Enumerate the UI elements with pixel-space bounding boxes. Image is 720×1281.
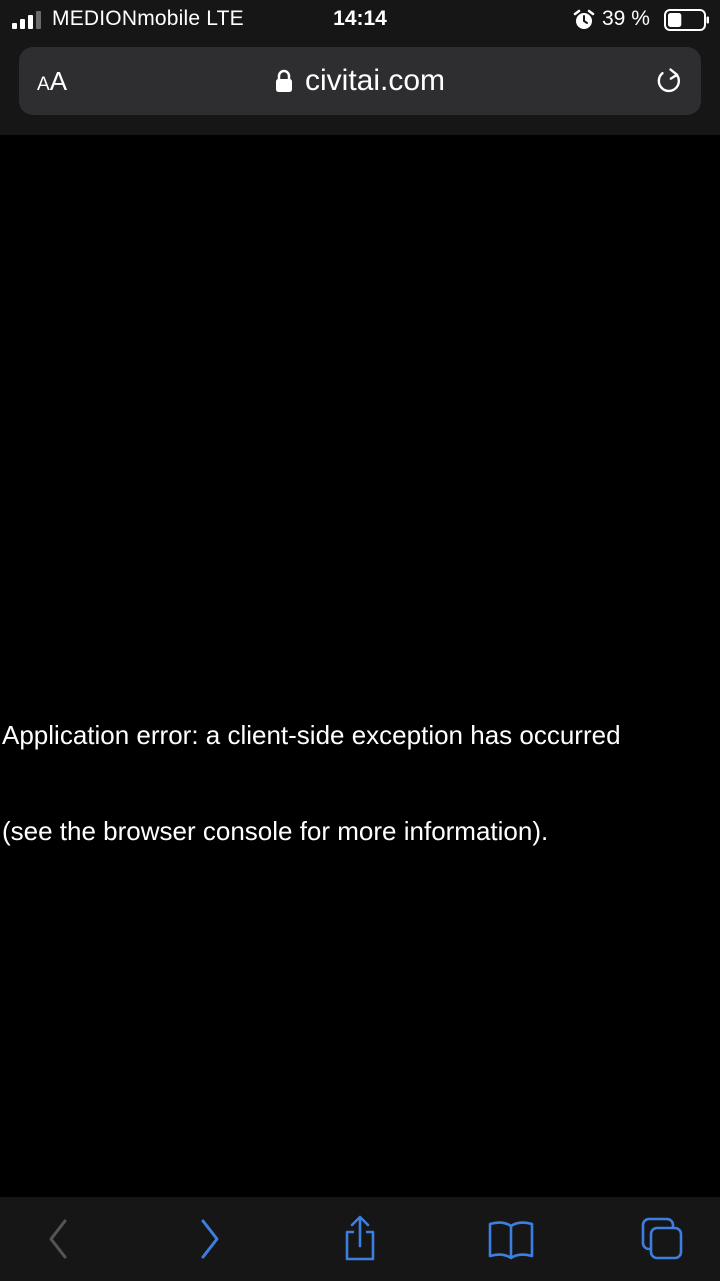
bookmarks-button[interactable] — [486, 1215, 536, 1263]
back-button[interactable] — [33, 1215, 83, 1263]
tabs-button[interactable] — [637, 1215, 687, 1263]
bottom-toolbar — [0, 1197, 720, 1281]
reload-icon[interactable] — [653, 65, 685, 97]
error-message-line-2: (see the browser console for more inform… — [2, 816, 549, 846]
back-icon — [49, 1219, 67, 1259]
share-icon — [345, 1215, 375, 1261]
reader-big-a: A — [49, 66, 68, 96]
url-display: civitai.com — [19, 47, 701, 115]
top-chrome: MEDIONmobile LTE 14:14 39 % AA civitai.c… — [0, 0, 720, 135]
status-bar: MEDIONmobile LTE 14:14 39 % — [0, 0, 720, 40]
alarm-icon — [573, 9, 595, 29]
error-message-line-1: Application error: a client-side excepti… — [2, 720, 621, 750]
lock-icon — [275, 69, 292, 92]
reader-small-a: A — [37, 74, 50, 95]
tabs-icon — [641, 1217, 683, 1260]
forward-button[interactable] — [185, 1215, 235, 1263]
bookmarks-icon — [488, 1221, 534, 1260]
battery-percent: 39 % — [602, 7, 650, 30]
forward-icon — [201, 1219, 219, 1259]
share-button[interactable] — [335, 1215, 385, 1263]
reader-mode-button[interactable]: AA — [37, 65, 67, 97]
address-bar[interactable]: AA civitai.com — [19, 47, 701, 115]
browser-screen: MEDIONmobile LTE 14:14 39 % AA civitai.c… — [0, 0, 720, 1281]
battery-icon — [664, 9, 709, 31]
page-content: Application error: a client-side excepti… — [0, 135, 720, 1197]
url-text[interactable]: civitai.com — [305, 64, 445, 98]
